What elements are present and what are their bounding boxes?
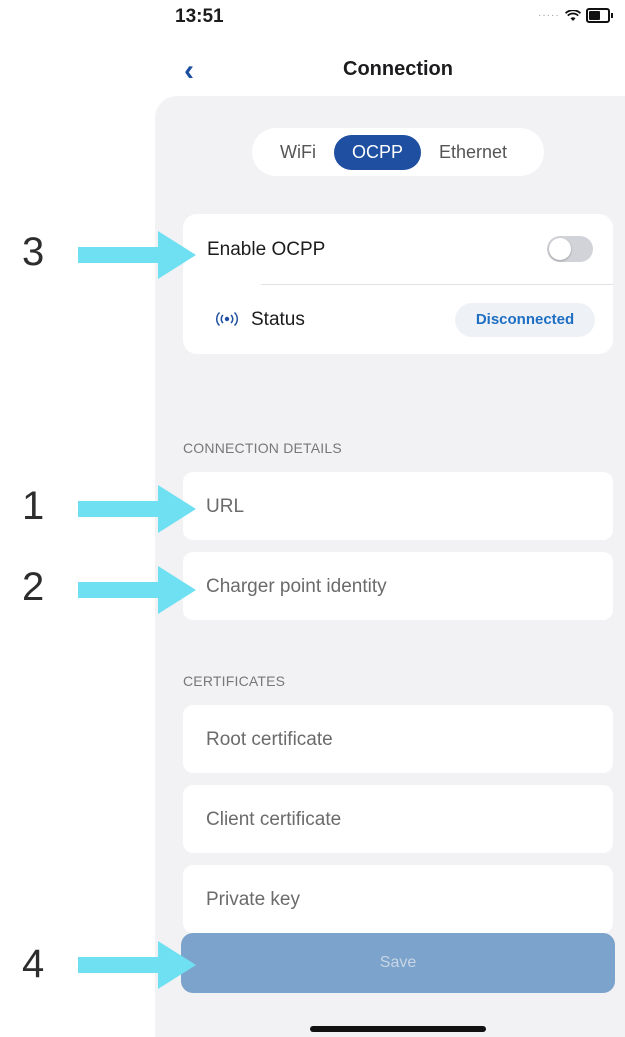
- page-title: Connection: [343, 58, 453, 80]
- annotation-arrow-1: [78, 485, 196, 533]
- connection-tabs: WiFi OCPP Ethernet: [252, 128, 544, 176]
- client-certificate-placeholder: Client certificate: [206, 809, 342, 830]
- certificates-header: CERTIFICATES: [183, 673, 286, 689]
- annotation-number-2: 2: [22, 565, 45, 609]
- battery-icon: [585, 8, 613, 23]
- private-key-placeholder: Private key: [206, 889, 300, 910]
- annotation-arrow-2: [78, 566, 196, 614]
- annotation-number-4: 4: [22, 942, 45, 986]
- tab-wifi[interactable]: WiFi: [262, 135, 334, 170]
- charger-identity-placeholder: Charger point identity: [206, 576, 387, 597]
- annotation-arrow-3: [78, 231, 196, 279]
- toggle-knob: [549, 238, 571, 260]
- annotation-number-1: 1: [22, 484, 45, 528]
- charger-identity-field[interactable]: Charger point identity: [183, 552, 613, 620]
- status-icons: ·····: [538, 8, 613, 23]
- status-time: 13:51: [175, 6, 224, 27]
- client-certificate-field[interactable]: Client certificate: [183, 785, 613, 853]
- wifi-icon: [564, 9, 581, 21]
- url-field[interactable]: URL: [183, 472, 613, 540]
- chevron-left-icon[interactable]: ‹: [184, 56, 194, 86]
- save-button[interactable]: Save: [181, 933, 615, 993]
- root-certificate-field[interactable]: Root certificate: [183, 705, 613, 773]
- private-key-field[interactable]: Private key: [183, 865, 613, 933]
- annotation-number-3: 3: [22, 230, 45, 274]
- home-indicator: [310, 1026, 486, 1032]
- annotation-arrow-4: [78, 941, 196, 989]
- ocpp-card: Enable OCPP Status Disconnected: [183, 214, 613, 354]
- tab-ethernet[interactable]: Ethernet: [421, 135, 525, 170]
- enable-ocpp-toggle[interactable]: [547, 236, 593, 262]
- root-certificate-placeholder: Root certificate: [206, 729, 333, 750]
- tab-ocpp[interactable]: OCPP: [333, 134, 421, 170]
- signal-dots-icon: ·····: [538, 10, 560, 21]
- enable-ocpp-label: Enable OCPP: [207, 239, 326, 260]
- broadcast-icon: [215, 311, 239, 327]
- divider: [261, 284, 613, 285]
- connection-details-header: CONNECTION DETAILS: [183, 440, 342, 456]
- url-placeholder: URL: [206, 496, 245, 517]
- status-label: Status: [251, 309, 305, 330]
- status-badge: Disconnected: [455, 303, 595, 337]
